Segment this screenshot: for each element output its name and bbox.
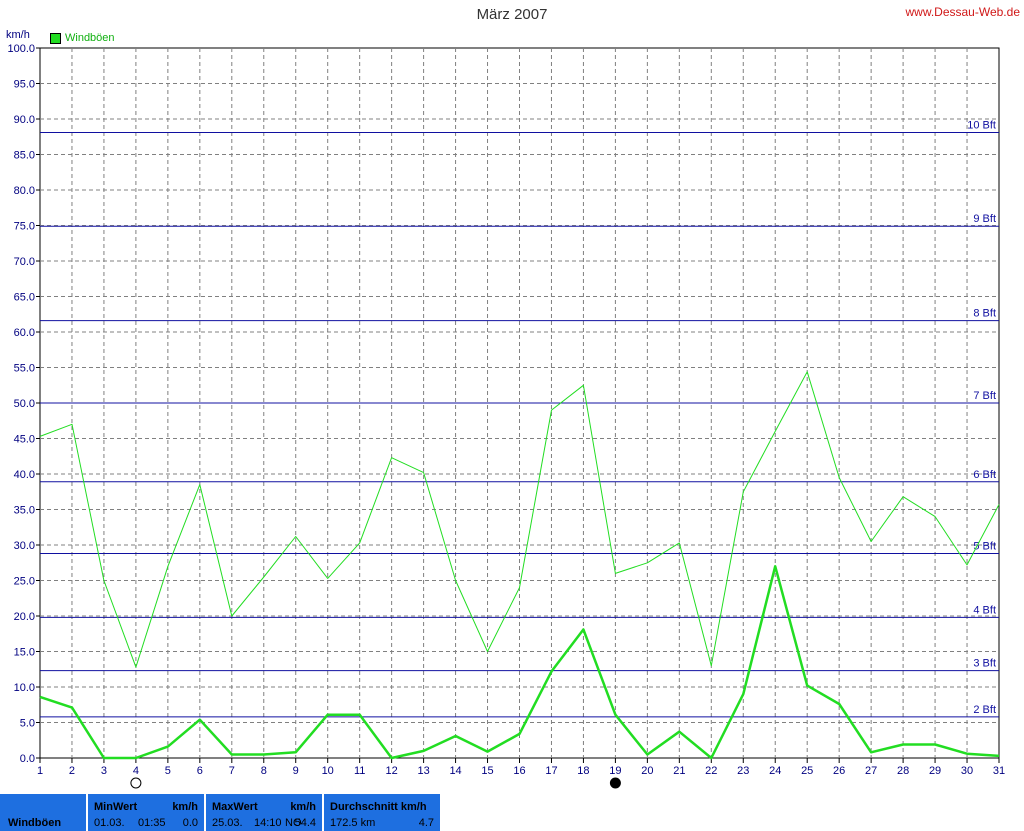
y-tick-label: 100.0	[7, 43, 35, 55]
x-tick-label: 5	[165, 765, 171, 777]
y-tick-label: 30.0	[14, 540, 35, 552]
x-tick-label: 28	[897, 765, 909, 777]
y-tick-label: 70.0	[14, 256, 35, 268]
y-tick-label: 90.0	[14, 114, 35, 126]
x-tick-label: 19	[609, 765, 621, 777]
max-time: 14:10	[254, 817, 282, 829]
y-tick-label: 10.0	[14, 682, 35, 694]
min-value: 0.0	[182, 817, 198, 829]
min-date: 01.03.	[94, 817, 125, 829]
y-tick-label: 0.0	[20, 753, 35, 765]
summary-row-label-cell: Windböen	[0, 794, 86, 831]
wind-chart: 0.0 5.0 10.0 15.0 20.0 25.0 30.0 35.0 40.0 45.0 50…	[7, 43, 1005, 789]
y-tick-label: 45.0	[14, 434, 35, 446]
max-unit: km/h	[290, 801, 316, 813]
max-date: 25.03.	[212, 817, 243, 829]
full-moon-icon	[130, 777, 142, 789]
max-title: MaxWert	[212, 801, 258, 813]
x-tick-label: 16	[513, 765, 525, 777]
x-tick-label: 25	[801, 765, 813, 777]
x-tick-label: 13	[417, 765, 429, 777]
y-tick-label: 50.0	[14, 398, 35, 410]
y-tick-label: 20.0	[14, 611, 35, 623]
beaufort-label: 10 Bft	[967, 119, 996, 131]
y-tick-label: 25.0	[14, 576, 35, 588]
x-tick-label: 29	[929, 765, 941, 777]
min-time: 01:35	[138, 817, 166, 829]
min-unit: km/h	[172, 801, 198, 813]
y-tick-label: 60.0	[14, 327, 35, 339]
x-tick-label: 14	[449, 765, 461, 777]
x-tick-label: 24	[769, 765, 781, 777]
y-tick-label: 95.0	[14, 79, 35, 91]
x-tick-label: 26	[833, 765, 845, 777]
avg-distance: 172.5 km	[330, 817, 376, 829]
x-tick-label: 20	[641, 765, 653, 777]
y-tick-label: 5.0	[20, 718, 35, 730]
x-tick-label: 21	[673, 765, 685, 777]
x-tick-label: 7	[229, 765, 235, 777]
x-tick-label: 4	[133, 765, 139, 777]
beaufort-label: 8 Bft	[973, 308, 996, 320]
beaufort-label: 4 Bft	[973, 604, 996, 616]
y-tick-label: 35.0	[14, 505, 35, 517]
x-tick-label: 2	[69, 765, 75, 777]
avg-title: Durchschnitt km/h	[330, 801, 427, 813]
y-tick-label: 65.0	[14, 292, 35, 304]
x-tick-label: 3	[101, 765, 107, 777]
y-tick-label: 40.0	[14, 469, 35, 481]
x-tick-label: 10	[322, 765, 334, 777]
y-tick-label: 15.0	[14, 647, 35, 659]
x-tick-label: 15	[481, 765, 493, 777]
beaufort-label: 9 Bft	[973, 213, 996, 225]
x-tick-label: 31	[993, 765, 1005, 777]
x-tick-label: 30	[961, 765, 973, 777]
beaufort-label: 6 Bft	[973, 469, 996, 481]
y-tick-label: 75.0	[14, 221, 35, 233]
beaufort-label: 3 Bft	[973, 658, 996, 670]
x-tick-label: 18	[577, 765, 589, 777]
beaufort-label: 7 Bft	[973, 390, 996, 402]
x-tick-label: 6	[197, 765, 203, 777]
summary-row-label: Windböen	[8, 817, 62, 829]
x-tick-label: 11	[354, 765, 365, 777]
y-tick-label: 80.0	[14, 185, 35, 197]
x-tick-label: 1	[37, 765, 43, 777]
x-tick-label: 27	[865, 765, 877, 777]
x-tick-label: 9	[293, 765, 299, 777]
min-title: MinWert	[94, 801, 138, 813]
summary-avg-cell: Durchschnitt km/h 172.5 km 4.7	[324, 794, 440, 831]
x-tick-label: 22	[705, 765, 717, 777]
x-tick-label: 23	[737, 765, 749, 777]
summary-bar: Windböen MinWert km/h 01.03. 01:35 0.0 M…	[0, 794, 1024, 831]
beaufort-label: 2 Bft	[973, 704, 996, 716]
y-tick-label: 85.0	[14, 150, 35, 162]
new-moon-icon	[609, 777, 621, 789]
summary-min-cell: MinWert km/h 01.03. 01:35 0.0	[88, 794, 204, 831]
x-tick-label: 8	[261, 765, 267, 777]
max-value: 54.4	[294, 817, 316, 829]
summary-max-cell: MaxWert km/h 25.03. 14:10 NO 54.4	[206, 794, 322, 831]
avg-value: 4.7	[418, 817, 434, 829]
x-tick-label: 17	[545, 765, 557, 777]
x-tick-label: 12	[386, 765, 398, 777]
y-tick-label: 55.0	[14, 363, 35, 375]
